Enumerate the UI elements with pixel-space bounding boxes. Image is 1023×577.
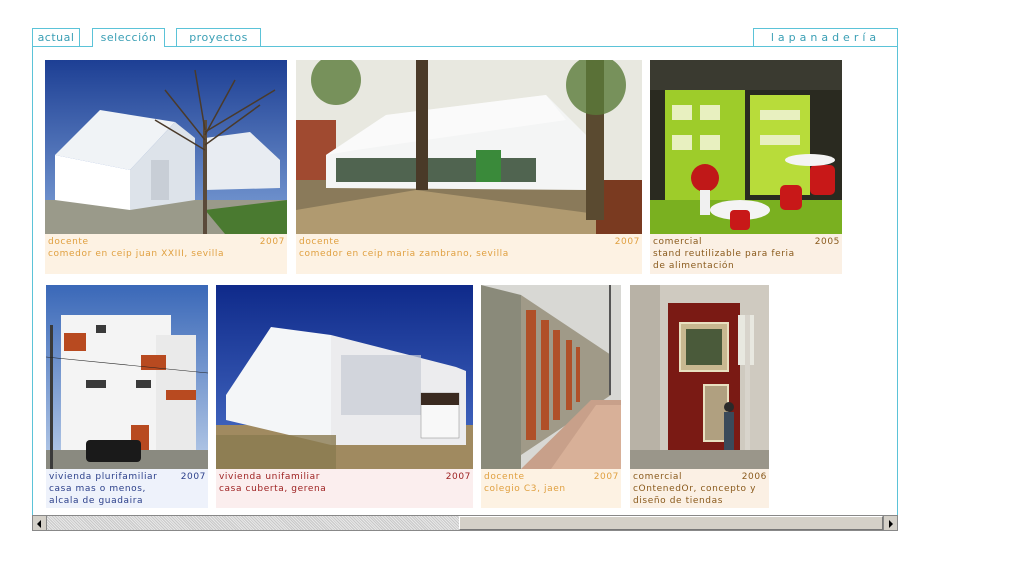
- project-caption: docente 2007 comedor en ceip maria zambr…: [296, 234, 642, 274]
- brand-tab[interactable]: lapanadería: [753, 28, 898, 46]
- horizontal-scrollbar[interactable]: [32, 515, 898, 531]
- project-card-contenedor[interactable]: comercial 2006 cOntenedOr, concepto y di…: [630, 285, 769, 508]
- scrollbar-track[interactable]: [47, 516, 459, 530]
- project-caption: docente 2007 comedor en ceip juan XXIII,…: [45, 234, 287, 274]
- scroll-right-button[interactable]: [883, 516, 897, 530]
- project-category: vivienda unifamiliar: [219, 472, 321, 482]
- project-title: casa cuberta, gerena: [219, 484, 327, 494]
- project-year: 2007: [593, 472, 619, 482]
- project-year: 2007: [259, 237, 285, 247]
- project-year: 2006: [741, 472, 767, 482]
- project-card-casa-cuberta[interactable]: vivienda unifamiliar 2007 casa cuberta, …: [216, 285, 473, 508]
- project-title-line2: alcala de guadaira: [49, 496, 144, 506]
- project-caption: comercial 2005 stand reutilizable para f…: [650, 234, 842, 274]
- project-photo[interactable]: [296, 60, 642, 234]
- scrollbar-thumb[interactable]: [459, 516, 883, 530]
- project-caption: vivienda plurifamiliar 2007 casa mas o m…: [46, 469, 208, 508]
- tab-actual[interactable]: actual: [32, 28, 80, 46]
- project-title: cOntenedOr, concepto y: [633, 484, 757, 494]
- tab-proyectos[interactable]: proyectos: [176, 28, 261, 46]
- tab-seleccion[interactable]: selección: [92, 28, 165, 47]
- project-year: 2007: [614, 237, 640, 247]
- project-category: comercial: [653, 237, 703, 247]
- project-year: 2005: [814, 237, 840, 247]
- project-caption: comercial 2006 cOntenedOr, concepto y di…: [630, 469, 769, 508]
- scroll-left-button[interactable]: [33, 516, 47, 530]
- project-card-comedor-maria-zambrano[interactable]: docente 2007 comedor en ceip maria zambr…: [296, 60, 642, 274]
- project-photo[interactable]: [630, 285, 769, 469]
- arrow-right-icon: [889, 520, 893, 528]
- gallery-frame: docente 2007 comedor en ceip juan XXIII,…: [32, 46, 898, 516]
- arrow-left-icon: [37, 520, 41, 528]
- project-title-line2: diseño de tiendas: [633, 496, 724, 506]
- project-title: casa mas o menos,: [49, 484, 146, 494]
- project-year: 2007: [180, 472, 206, 482]
- project-photo[interactable]: [650, 60, 842, 234]
- project-title: colegio C3, jaen: [484, 484, 566, 494]
- project-photo[interactable]: [46, 285, 208, 469]
- project-photo[interactable]: [481, 285, 621, 469]
- project-card-casa-mas-o-menos[interactable]: vivienda plurifamiliar 2007 casa mas o m…: [46, 285, 208, 508]
- project-year: 2007: [445, 472, 471, 482]
- project-category: docente: [299, 237, 340, 247]
- project-photo[interactable]: [216, 285, 473, 469]
- project-title: comedor en ceip maria zambrano, sevilla: [299, 249, 509, 259]
- project-card-comedor-juan-xxiii[interactable]: docente 2007 comedor en ceip juan XXIII,…: [45, 60, 287, 274]
- project-photo[interactable]: [45, 60, 287, 234]
- project-caption: vivienda unifamiliar 2007 casa cuberta, …: [216, 469, 473, 508]
- project-category: docente: [48, 237, 89, 247]
- project-caption: docente 2007 colegio C3, jaen: [481, 469, 621, 508]
- project-title: stand reutilizable para feria: [653, 249, 795, 259]
- project-title-line2: de alimentación: [653, 261, 735, 271]
- project-title: comedor en ceip juan XXIII, sevilla: [48, 249, 225, 259]
- project-card-stand-feria[interactable]: comercial 2005 stand reutilizable para f…: [650, 60, 842, 274]
- project-card-colegio-c3[interactable]: docente 2007 colegio C3, jaen: [481, 285, 621, 508]
